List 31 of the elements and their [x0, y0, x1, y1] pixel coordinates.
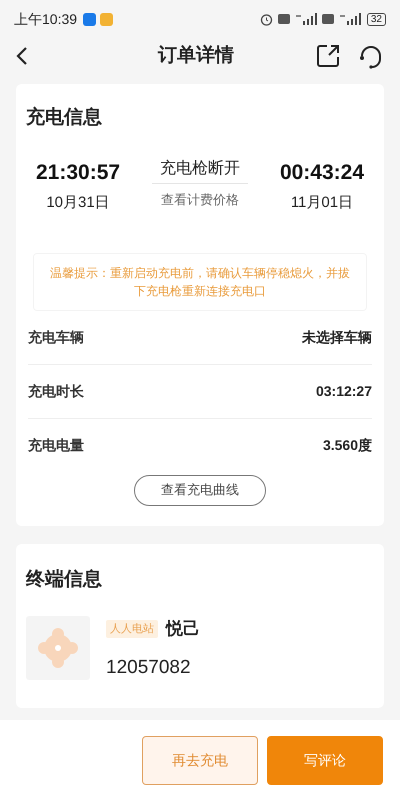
- curve-button[interactable]: 查看充电曲线: [134, 474, 266, 506]
- alarm-icon: [260, 12, 273, 26]
- row-value: 03:12:27: [316, 382, 372, 400]
- status-label: 充电枪断开: [152, 156, 248, 184]
- start-date: 10月31日: [46, 193, 110, 213]
- signal-icon: [338, 13, 361, 25]
- headset-icon[interactable]: [358, 43, 384, 69]
- app-icon: [83, 12, 96, 26]
- share-icon[interactable]: [316, 44, 340, 68]
- start-time: 21:30:57: [36, 160, 120, 186]
- end-date: 11月01日: [290, 193, 354, 213]
- status-time: 上午10:39: [14, 10, 78, 28]
- row-value: 未选择车辆: [302, 328, 372, 346]
- terminal-number: 12057082: [106, 656, 192, 680]
- price-link[interactable]: 查看计费价格: [161, 190, 239, 209]
- station-name: 悦己: [166, 618, 200, 640]
- back-icon[interactable]: [16, 46, 28, 66]
- station-tag: 人人电站: [106, 620, 158, 638]
- row-label: 充电电量: [28, 436, 84, 455]
- row-label: 充电车辆: [28, 328, 84, 346]
- row-label: 充电时长: [28, 382, 84, 400]
- section-title: 终端信息: [26, 568, 103, 592]
- app-icon: [100, 12, 114, 26]
- end-time: 00:43:24: [280, 160, 364, 186]
- battery-icon: 32: [366, 12, 386, 26]
- page-title: 订单详情: [158, 44, 234, 68]
- row-value: 3.560度: [322, 436, 372, 455]
- signal-icon: [294, 13, 317, 25]
- section-title: 充电信息: [26, 106, 103, 130]
- station-thumbnail: [26, 616, 90, 680]
- tip-box: 温馨提示：重新启动充电前，请确认车辆停稳熄火，并拔下充电枪重新连接充电口: [33, 252, 367, 310]
